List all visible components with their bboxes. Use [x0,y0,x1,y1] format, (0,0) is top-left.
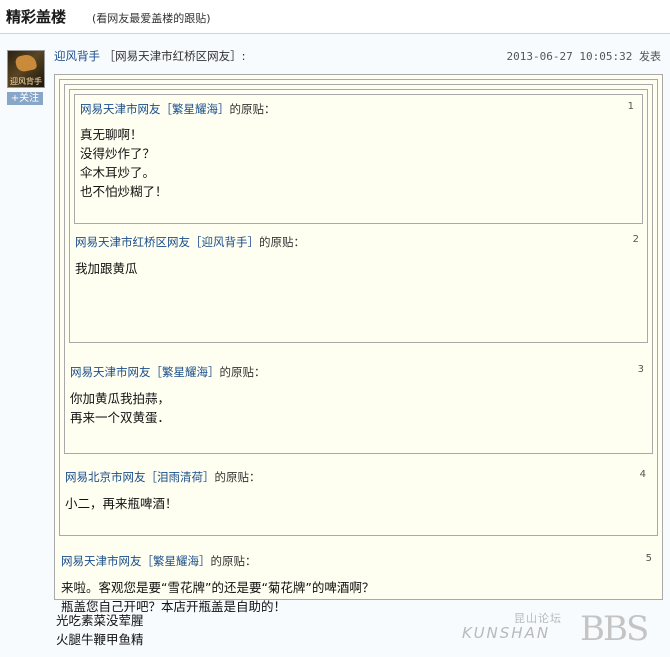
post-author: 迎风背手 ［网易天津市红桥区网友］: [54,48,246,64]
floor-number: 4 [639,469,646,480]
floor-number: 5 [645,553,652,564]
quote-author-link[interactable]: 网易天津市红桥区网友［迎风背手］ [75,235,259,249]
quote-author-link[interactable]: 网易天津市网友［繁星耀海］ [61,554,211,568]
quote-body: 我加跟黄瓜 [75,261,138,276]
quote-box-4: 网易北京市网友［泪雨清荷］的原贴： 4 小二，再来瓶啤酒！ 网易天津市网友［繁星… [59,79,658,536]
quote-body: 小二，再来瓶啤酒！ [65,496,178,511]
quote-author-link[interactable]: 网易北京市网友［泪雨清荷］ [65,470,215,484]
quote-box-2: 网易天津市红桥区网友［迎风背手］的原贴： 2 我加跟黄瓜 网易天津市网友［繁星耀… [69,89,648,343]
floor-number: 2 [632,234,639,245]
quote-body: 你加黄瓜我拍蒜， 再来一个双黄蛋． [70,391,171,425]
page-title: 精彩盖楼 [6,8,67,26]
avatar[interactable]: 迎风背手 [7,50,45,88]
post-timestamp: 2013-06-27 10:05:32 发表 [506,50,661,63]
floor-number: 3 [637,364,644,375]
page-subtitle: (看网友最爱盖楼的跟贴) [92,12,211,25]
quote-author-link[interactable]: 网易天津市网友［繁星耀海］ [80,102,230,116]
quote-author-link[interactable]: 网易天津市网友［繁星耀海］ [70,365,220,379]
page-header: 精彩盖楼 (看网友最爱盖楼的跟贴) [0,0,670,34]
quote-box-5: 网易天津市网友［繁星耀海］的原贴： 5 来啦。客观您是要“雪花牌”的还是要“菊花… [54,74,663,614]
author-location: ［网易天津市红桥区网友］: [103,49,246,63]
quote-box-1: 网易天津市网友［繁星耀海］的原贴： 1 真无聊啊！ 没得炒作了？ 伞木耳炒了。 … [74,94,643,224]
quote-header: 网易天津市网友［繁星耀海］的原贴： [61,554,257,568]
kunshan-bbs-watermark: 昆山论坛 KUNSHAN BBS [462,609,649,649]
quote-header: 网易北京市网友［泪雨清荷］的原贴： [65,470,261,484]
reply-text: 光吃素菜没荤腥 火腿牛鞭甲鱼精 [56,613,144,647]
quote-header: 网易天津市网友［繁星耀海］的原贴： [70,365,266,379]
avatar-caption: 迎风背手 [10,77,42,86]
avatar-image [14,53,38,73]
quote-body: 真无聊啊！ 没得炒作了？ 伞木耳炒了。 也不怕炒糊了！ [80,127,168,199]
quote-header: 网易天津市红桥区网友［迎风背手］的原贴： [75,235,305,249]
quote-header: 网易天津市网友［繁星耀海］的原贴： [80,102,276,116]
post: 迎风背手 +关注 迎风背手 ［网易天津市红桥区网友］: 2013-06-27 1… [0,34,670,657]
quote-box-3: 网易天津市网友［繁星耀海］的原贴： 3 你加黄瓜我拍蒜， 再来一个双黄蛋． 网易… [64,84,653,454]
follow-button[interactable]: +关注 [7,92,43,105]
floor-number: 1 [627,101,634,112]
author-name-link[interactable]: 迎风背手 [54,49,100,63]
